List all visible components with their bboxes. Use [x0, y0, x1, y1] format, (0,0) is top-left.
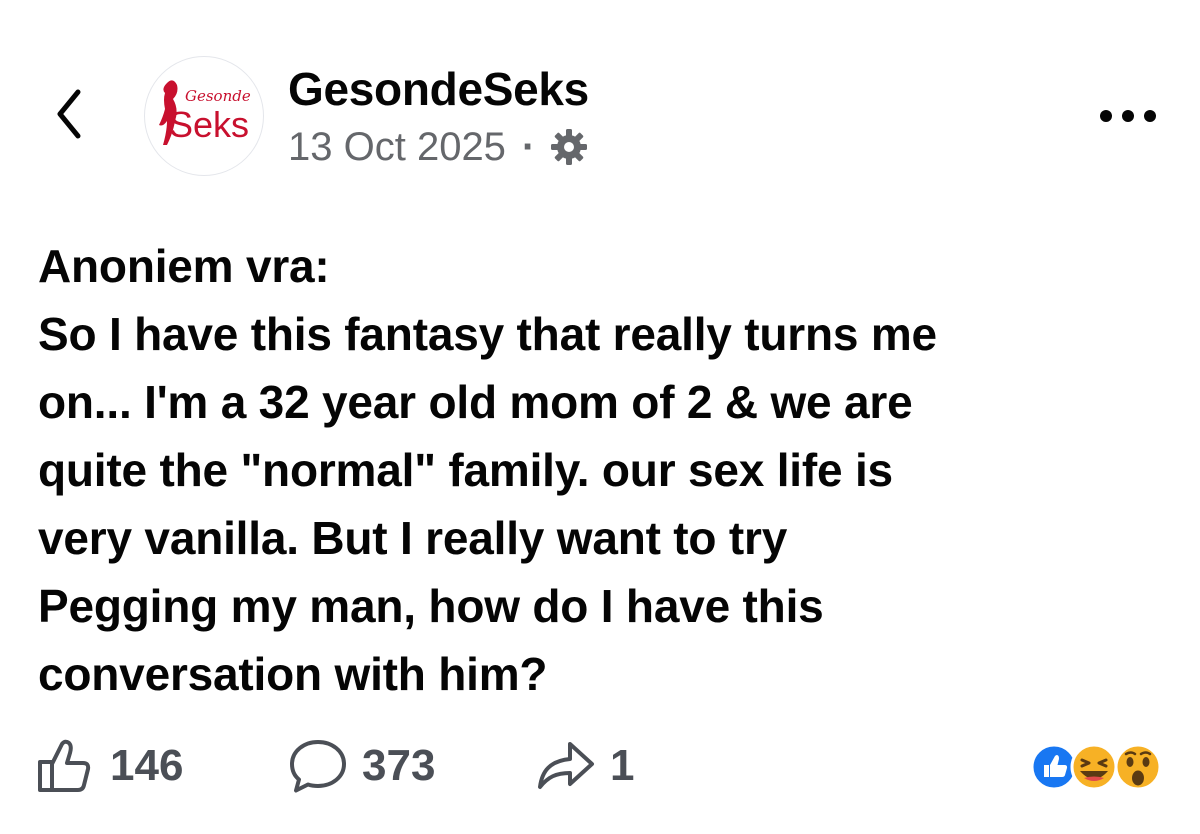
reaction-summary[interactable] — [1028, 740, 1168, 794]
post-line: quite the "normal" family. our sex life … — [38, 444, 893, 496]
post-line: on... I'm a 32 year old mom of 2 & we ar… — [38, 376, 913, 428]
more-dots-icon — [1100, 110, 1156, 122]
page-avatar[interactable]: Gesonde Seks — [144, 56, 264, 176]
share-count: 1 — [610, 741, 635, 790]
post-line: So I have this fantasy that really turns… — [38, 308, 937, 360]
back-button[interactable] — [48, 82, 92, 146]
share-button[interactable]: 1 — [536, 736, 634, 796]
post-actions: 146 373 1 — [0, 730, 1200, 800]
like-icon — [1030, 743, 1078, 791]
comment-bubble-icon — [290, 740, 346, 793]
meta-separator: · — [521, 124, 536, 169]
like-button[interactable]: 146 — [36, 736, 183, 796]
chevron-left-icon — [57, 89, 81, 139]
post-text: Anoniem vra: So I have this fantasy that… — [38, 232, 1168, 708]
gesondeseks-logo: Gesonde Seks — [159, 80, 251, 145]
post-line: very vanilla. But I really want to try — [38, 512, 788, 564]
wow-icon — [1114, 743, 1162, 791]
post-line: Pegging my man, how do I have this — [38, 580, 824, 632]
comment-count: 373 — [362, 741, 436, 790]
page-name[interactable]: GesondeSeks — [288, 62, 589, 116]
like-count: 146 — [110, 741, 184, 790]
thumbs-up-icon — [38, 739, 91, 792]
share-arrow-icon — [538, 742, 594, 789]
post-header: Gesonde Seks GesondeSeks 13 Oct 2025 · — [0, 0, 1200, 200]
comment-button[interactable]: 373 — [288, 736, 435, 796]
post-line: conversation with him? — [38, 648, 548, 700]
post-date[interactable]: 13 Oct 2025 — [288, 125, 506, 170]
logo-main-text: Seks — [169, 104, 249, 145]
post-meta: 13 Oct 2025 · — [288, 122, 589, 172]
more-options-button[interactable] — [1096, 96, 1160, 136]
reaction-icons — [1030, 743, 1162, 791]
laugh-icon — [1070, 743, 1118, 791]
post-line: Anoniem vra: — [38, 240, 330, 292]
logo-script-text: Gesonde — [185, 87, 251, 105]
gear-icon — [551, 129, 588, 165]
